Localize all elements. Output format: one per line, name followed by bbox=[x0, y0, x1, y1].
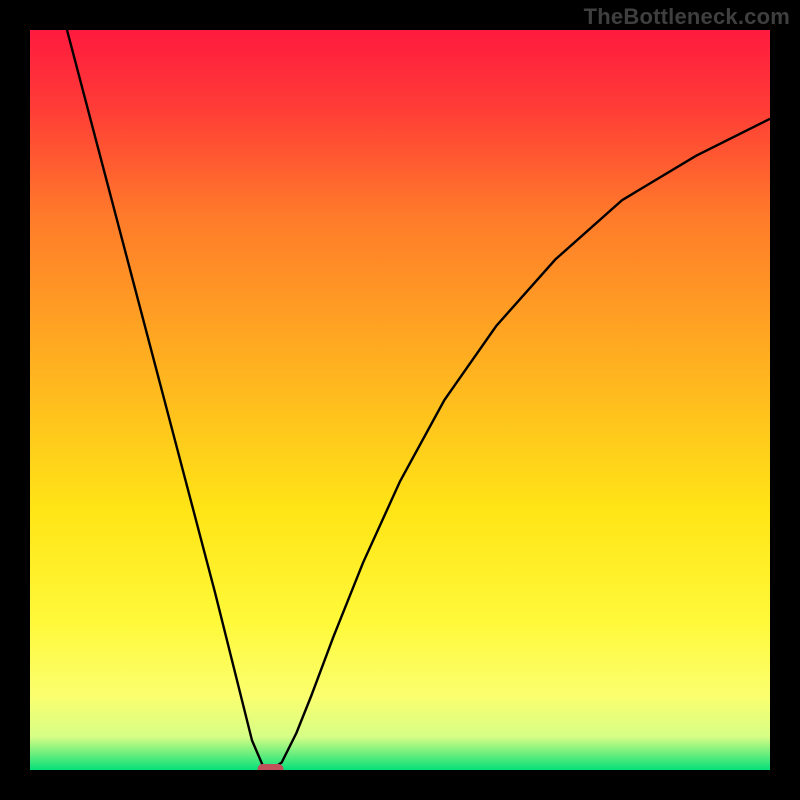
minimum-marker bbox=[258, 764, 284, 770]
chart-canvas bbox=[30, 30, 770, 770]
watermark-label: TheBottleneck.com bbox=[584, 4, 790, 30]
plot-area bbox=[30, 30, 770, 770]
chart-frame: TheBottleneck.com bbox=[0, 0, 800, 800]
chart-background bbox=[30, 30, 770, 770]
